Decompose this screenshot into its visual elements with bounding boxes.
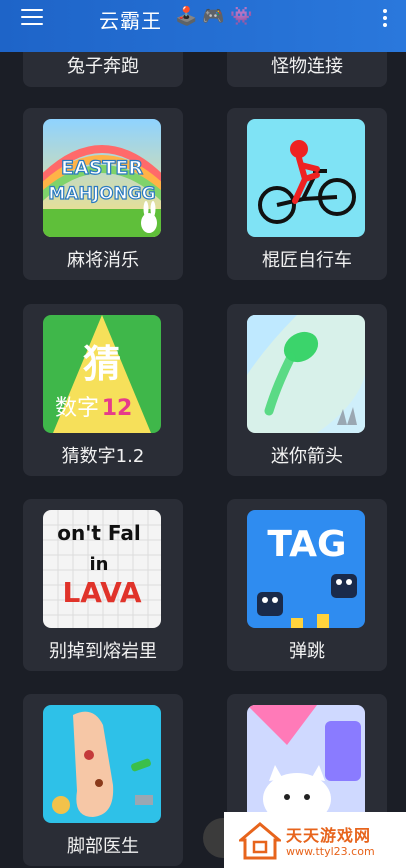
menu-icon[interactable]: [21, 9, 43, 25]
foot-doctor-art: [43, 705, 161, 823]
guess-number-art: 猜 数字 12: [43, 315, 161, 433]
game-thumbnail: on't Fal in LAVA: [43, 510, 161, 628]
game-title: 麻将消乐: [67, 250, 139, 271]
joystick-icon: 🕹️: [175, 6, 198, 27]
game-title: 兔子奔跑: [67, 56, 139, 77]
app-bar: 云霸王 🕹️ 🎮 👾: [0, 0, 406, 52]
watermark: 天天游戏网 www.ttyl23.com: [224, 812, 406, 868]
art-tag-text: TAG: [267, 524, 346, 565]
game-title: 脚部医生: [67, 836, 139, 857]
lava-art: on't Fal in LAVA: [43, 510, 161, 628]
game-thumbnail: [43, 705, 161, 823]
game-thumbnail: [247, 315, 365, 433]
watermark-url: www.ttyl23.com: [286, 845, 375, 858]
game-title: 猜数字1.2: [61, 446, 145, 467]
house-logo-icon: [239, 822, 281, 860]
art-line1: on't Fal: [57, 521, 140, 545]
mini-arrow-art: [247, 315, 365, 433]
game-card-foot-doctor[interactable]: 脚部医生: [23, 694, 183, 866]
art-line3: LAVA: [62, 576, 141, 609]
game-thumbnail: [247, 705, 365, 823]
tag-art: TAG: [247, 510, 365, 628]
game-card-guess-number[interactable]: 猜 数字 12 猜数字1.2: [23, 304, 183, 476]
game-card-stick-bike[interactable]: 棍匠自行车: [227, 108, 387, 280]
cat-art: [247, 705, 365, 823]
art-line2: MAHJONGG: [48, 184, 155, 204]
game-thumbnail: TAG: [247, 510, 365, 628]
game-card-mini-arrow[interactable]: 迷你箭头: [227, 304, 387, 476]
game-card-lava[interactable]: on't Fal in LAVA 别掉到熔岩里: [23, 499, 183, 671]
game-card-bounce[interactable]: TAG 弹跳: [227, 499, 387, 671]
app-title: 云霸王: [99, 9, 162, 33]
stick-bike-art: [247, 119, 365, 237]
game-title: 迷你箭头: [271, 446, 343, 467]
art-numbers: 12: [102, 396, 133, 421]
alien-monster-icon: 👾: [230, 6, 253, 27]
easter-mahjong-art: EASTER MAHJONGG: [43, 119, 161, 237]
game-title: 怪物连接: [271, 56, 343, 77]
game-thumbnail: [247, 119, 365, 237]
more-options-icon[interactable]: [382, 9, 388, 31]
art-line2: in: [90, 554, 109, 575]
watermark-name: 天天游戏网: [286, 826, 372, 845]
game-title: 弹跳: [289, 641, 325, 662]
gamepad-icon: 🎮: [202, 6, 225, 27]
game-card-mahjong[interactable]: EASTER MAHJONGG 麻将消乐: [23, 108, 183, 280]
game-thumbnail: EASTER MAHJONGG: [43, 119, 161, 237]
art-small-chars: 数字: [55, 396, 99, 421]
art-big-char: 猜: [83, 342, 121, 386]
art-line1: EASTER: [61, 157, 143, 179]
game-thumbnail: 猜 数字 12: [43, 315, 161, 433]
game-title: 棍匠自行车: [262, 250, 352, 271]
game-title: 别掉到熔岩里: [49, 641, 157, 662]
